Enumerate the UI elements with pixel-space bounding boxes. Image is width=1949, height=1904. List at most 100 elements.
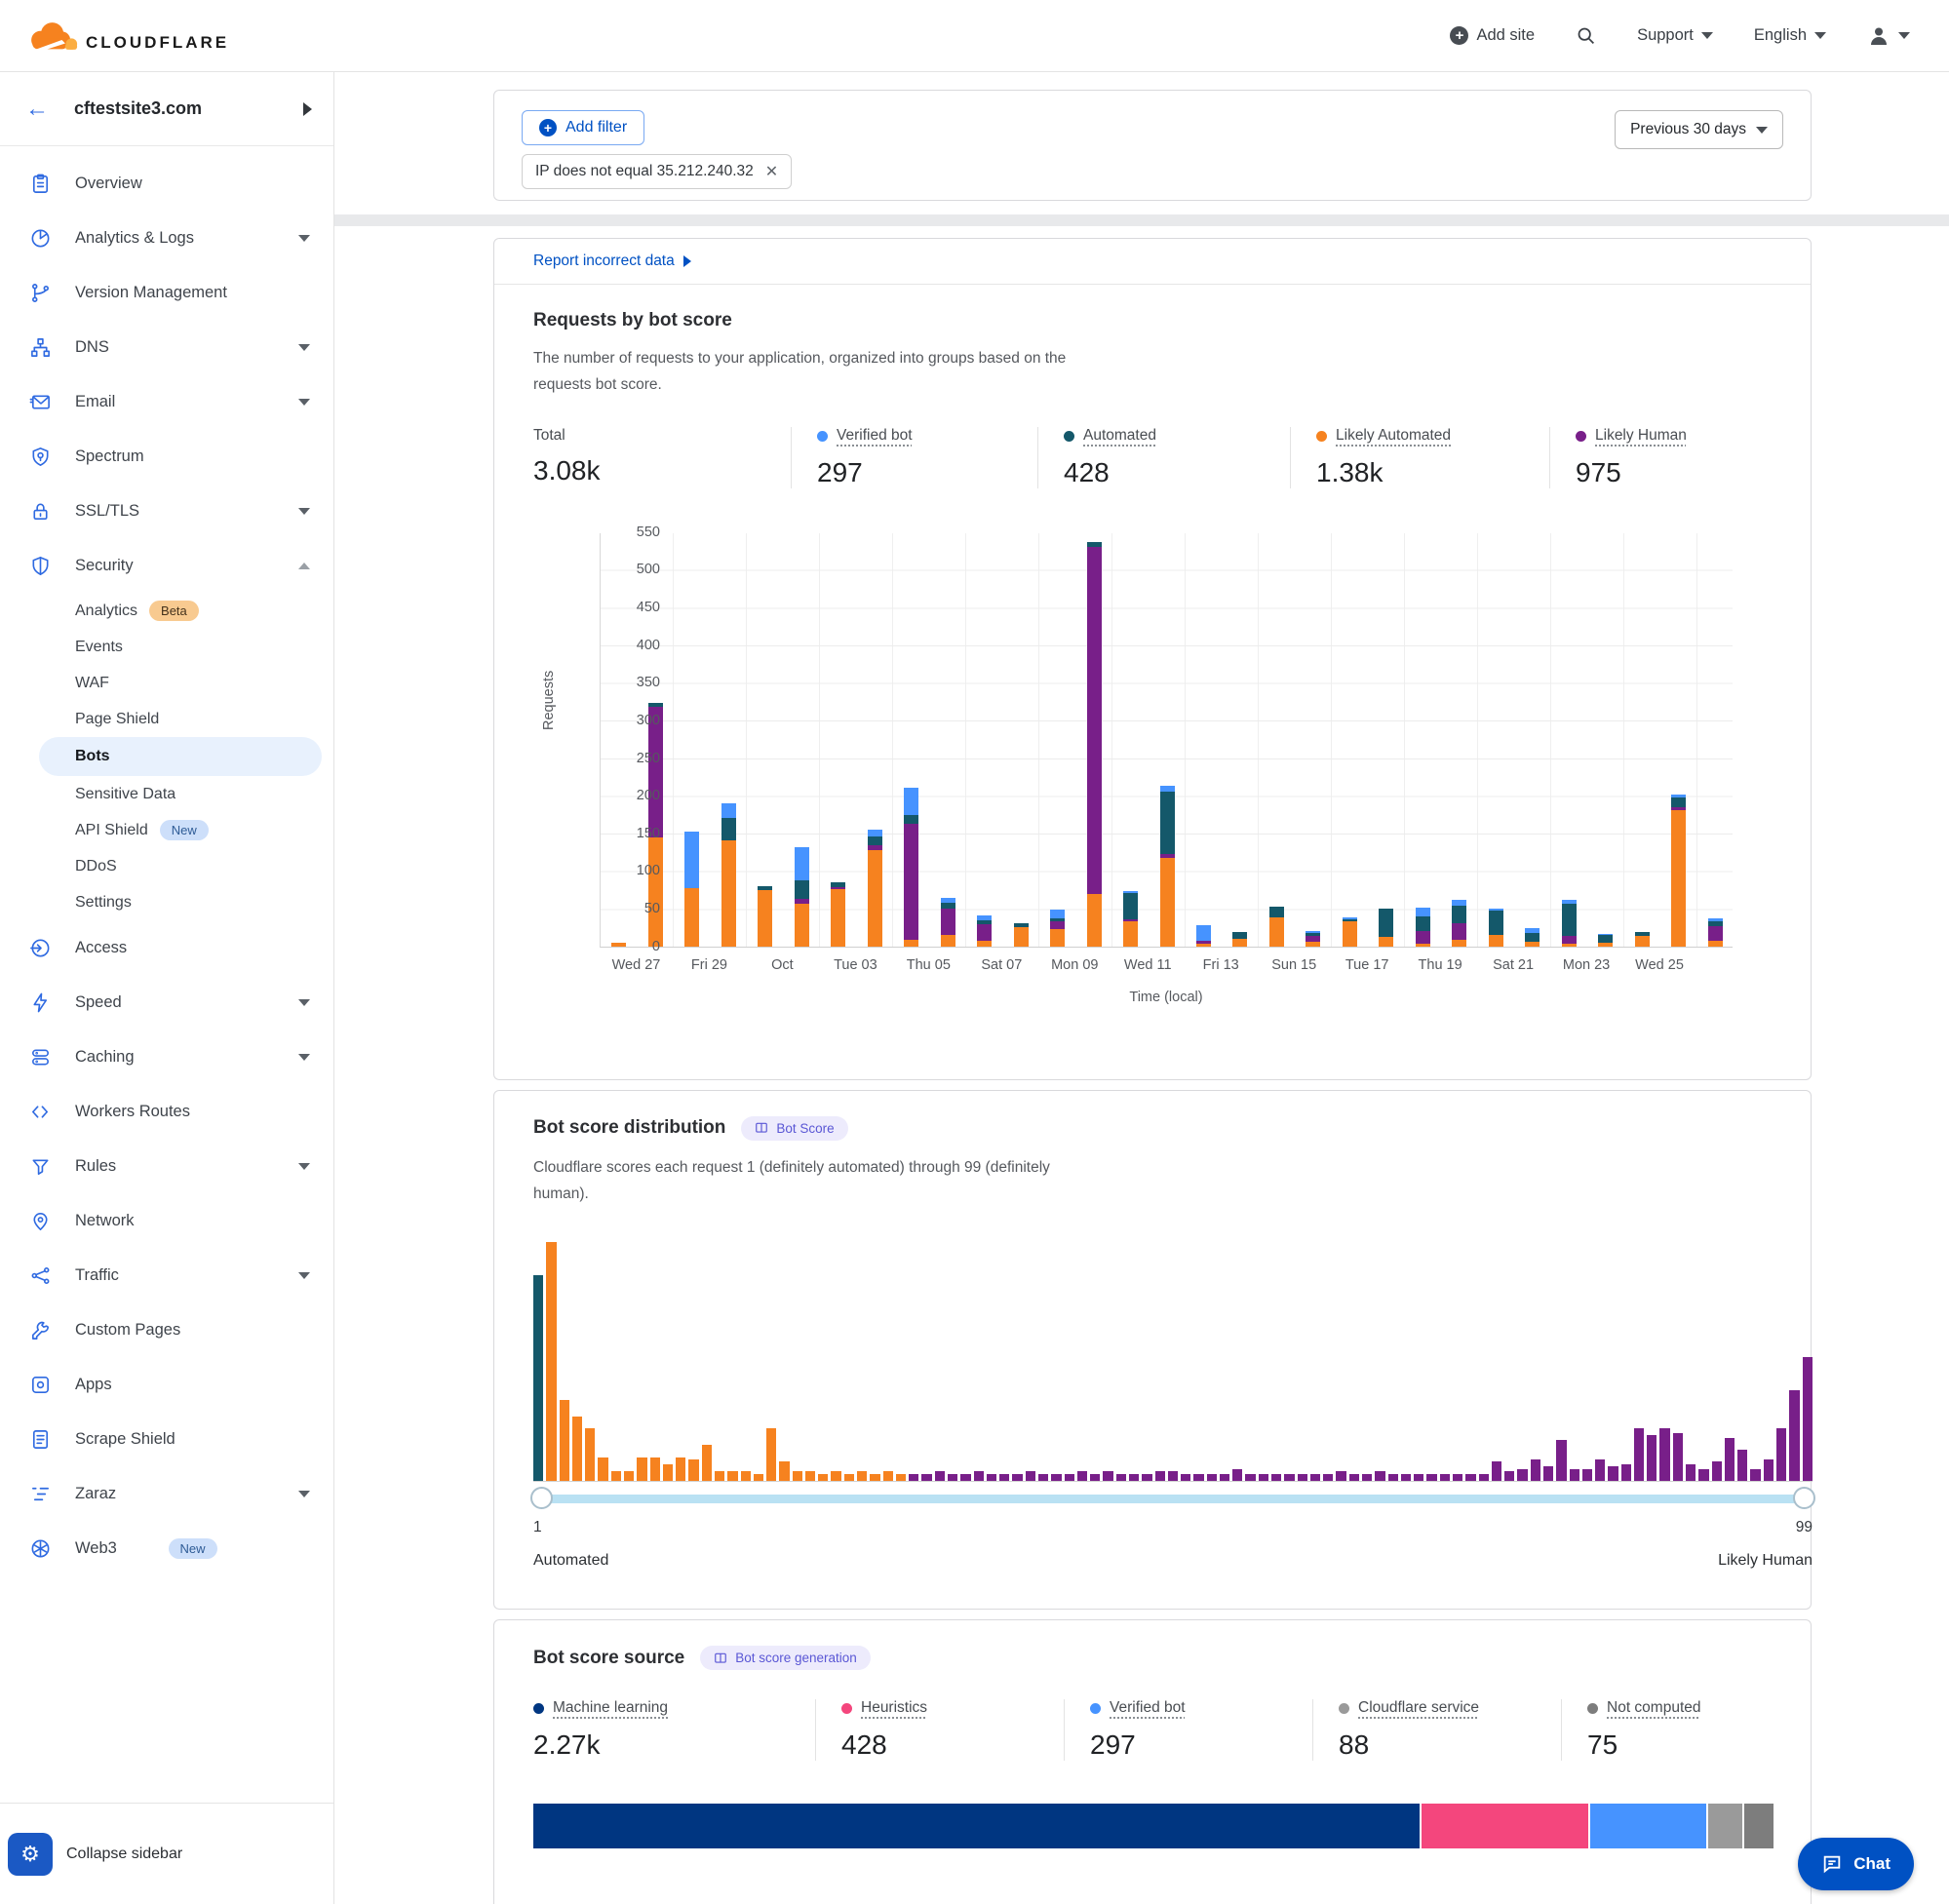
histogram-bar-score-17 — [741, 1471, 751, 1481]
sidebar-item-workers-routes[interactable]: Workers Routes — [0, 1084, 333, 1139]
bar-segment-likely-automated — [1050, 929, 1065, 947]
sidebar-item-scrape-shield[interactable]: Scrape Shield — [0, 1412, 333, 1466]
sidebar-subitem-analytics[interactable]: AnalyticsBeta — [0, 593, 333, 629]
account-menu[interactable] — [1867, 24, 1910, 48]
site-name[interactable]: cftestsite3.com — [74, 98, 278, 119]
stat-label[interactable]: Verified bot — [837, 427, 913, 445]
sidebar-item-caching[interactable]: Caching — [0, 1030, 333, 1084]
stat-label[interactable]: Automated — [1083, 427, 1156, 445]
histogram-bar-score-3 — [560, 1400, 569, 1481]
sidebar-item-email[interactable]: Email — [0, 374, 333, 429]
sidebar-item-overview[interactable]: Overview — [0, 156, 333, 211]
slider-handle-max[interactable] — [1793, 1487, 1815, 1509]
source-segment-cloudflare-service[interactable] — [1708, 1804, 1742, 1848]
sidebar-item-web3[interactable]: Web3New — [0, 1521, 333, 1575]
bot-score-badge[interactable]: Bot Score — [741, 1116, 847, 1141]
sidebar-item-apps[interactable]: Apps — [0, 1357, 333, 1412]
stat-label[interactable]: Heuristics — [861, 1699, 927, 1717]
requests-bar-chart: Requests 0501001502002503003504004505005… — [533, 525, 1772, 1040]
stat-label[interactable]: Verified bot — [1110, 1699, 1186, 1717]
bar-segment-likely-human — [1416, 931, 1430, 943]
sidebar-subitem-api-shield[interactable]: API ShieldNew — [0, 812, 333, 848]
x-tick-label: Thu 19 — [1419, 957, 1462, 973]
sidebar-item-dns[interactable]: DNS — [0, 320, 333, 374]
source-segment-verified-bot[interactable] — [1590, 1804, 1706, 1848]
sidebar-item-version-management[interactable]: Version Management — [0, 265, 333, 320]
sidebar-item-label: Zaraz — [75, 1485, 275, 1503]
sidebar-item-spectrum[interactable]: Spectrum — [0, 429, 333, 484]
remove-filter-icon[interactable]: ✕ — [765, 162, 778, 181]
stat-value: 975 — [1576, 457, 1687, 488]
sidebar-item-rules[interactable]: Rules — [0, 1139, 333, 1193]
sidebar-subitem-sensitive-data[interactable]: Sensitive Data — [0, 776, 333, 812]
support-menu[interactable]: Support — [1637, 26, 1713, 45]
histogram-bar-score-31 — [921, 1474, 931, 1481]
x-tick-label: Mon 09 — [1051, 957, 1098, 973]
sidebar-item-label: Access — [75, 939, 310, 957]
filter-card: + Add filter IP does not equal 35.212.24… — [493, 90, 1812, 201]
histogram-bar-score-99 — [1803, 1357, 1813, 1481]
bar-segment-likely-automated — [1635, 936, 1650, 947]
book-icon — [755, 1121, 768, 1135]
sidebar-subitem-page-shield[interactable]: Page Shield — [0, 701, 333, 737]
x-tick-label: Mon 23 — [1563, 957, 1610, 973]
bar-segment-likely-automated — [721, 840, 736, 947]
sidebar-item-ssl-tls[interactable]: SSL/TLS — [0, 484, 333, 538]
slider-handle-min[interactable] — [530, 1487, 553, 1509]
sidebar-subitem-waf[interactable]: WAF — [0, 665, 333, 701]
language-label: English — [1754, 26, 1807, 45]
sidebar-subitem-ddos[interactable]: DDoS — [0, 848, 333, 884]
histogram-bar-score-23 — [818, 1474, 828, 1481]
stat-label[interactable]: Machine learning — [553, 1699, 668, 1717]
source-segment-machine-learning[interactable] — [533, 1804, 1420, 1848]
filter-chip[interactable]: IP does not equal 35.212.240.32 ✕ — [522, 154, 792, 189]
gear-icon: ⚙ — [20, 1842, 40, 1867]
sidebar-subitem-label: Sensitive Data — [75, 786, 175, 803]
bot-score-generation-badge[interactable]: Bot score generation — [700, 1646, 871, 1670]
histogram-bar-score-11 — [663, 1464, 673, 1481]
stacked-bar — [1014, 923, 1029, 947]
cloudflare-logo[interactable]: CLOUDFLARE — [23, 18, 229, 55]
collapse-sidebar-button[interactable]: Collapse sidebar — [66, 1846, 182, 1863]
histogram-bar-score-73 — [1465, 1474, 1475, 1481]
back-arrow-icon[interactable]: ← — [25, 96, 49, 123]
sidebar-item-speed[interactable]: Speed — [0, 975, 333, 1030]
sidebar-item-label: Scrape Shield — [75, 1430, 310, 1449]
x-tick-label: Tue 17 — [1345, 957, 1389, 973]
sidebar-subitem-bots[interactable]: Bots — [39, 737, 322, 776]
date-range-dropdown[interactable]: Previous 30 days — [1615, 110, 1783, 149]
source-segment-not-computed[interactable] — [1744, 1804, 1774, 1848]
histogram-bar-score-80 — [1556, 1440, 1566, 1481]
sidebar-item-access[interactable]: Access — [0, 920, 333, 975]
stat-label[interactable]: Likely Automated — [1336, 427, 1451, 445]
histogram-bar-score-52 — [1193, 1474, 1203, 1481]
x-tick-label: Fri 13 — [1203, 957, 1239, 973]
stat-label[interactable]: Cloudflare service — [1358, 1699, 1479, 1717]
slider-track[interactable] — [533, 1495, 1813, 1503]
sidebar-item-analytics-logs[interactable]: Analytics & Logs — [0, 211, 333, 265]
sidebar-subitem-settings[interactable]: Settings — [0, 884, 333, 920]
chevron-right-icon[interactable] — [303, 102, 312, 116]
report-incorrect-data-link[interactable]: Report incorrect data — [533, 253, 675, 270]
stat-heuristics: Heuristics428 — [815, 1699, 1064, 1761]
chat-button[interactable]: Chat — [1798, 1838, 1914, 1890]
stacked-bar — [1635, 932, 1650, 947]
sidebar-item-network[interactable]: Network — [0, 1193, 333, 1248]
sidebar-item-custom-pages[interactable]: Custom Pages — [0, 1302, 333, 1357]
stat-label[interactable]: Not computed — [1607, 1699, 1701, 1717]
sidebar-item-traffic[interactable]: Traffic — [0, 1248, 333, 1302]
sidebar-item-security[interactable]: Security — [0, 538, 333, 593]
stat-label[interactable]: Likely Human — [1595, 427, 1687, 445]
stacked-bar — [721, 803, 736, 947]
language-menu[interactable]: English — [1754, 26, 1826, 45]
legend-dot-icon — [1064, 431, 1074, 442]
add-site-button[interactable]: + Add site — [1450, 26, 1535, 45]
add-filter-button[interactable]: + Add filter — [522, 110, 644, 145]
settings-gear-button[interactable]: ⚙ — [8, 1833, 53, 1876]
sidebar-subitem-events[interactable]: Events — [0, 629, 333, 665]
sidebar-item-zaraz[interactable]: Zaraz — [0, 1466, 333, 1521]
histogram-bar-score-8 — [624, 1471, 634, 1481]
source-segment-heuristics[interactable] — [1422, 1804, 1588, 1848]
search-button[interactable] — [1576, 25, 1596, 46]
bar-segment-automated — [1562, 904, 1577, 936]
